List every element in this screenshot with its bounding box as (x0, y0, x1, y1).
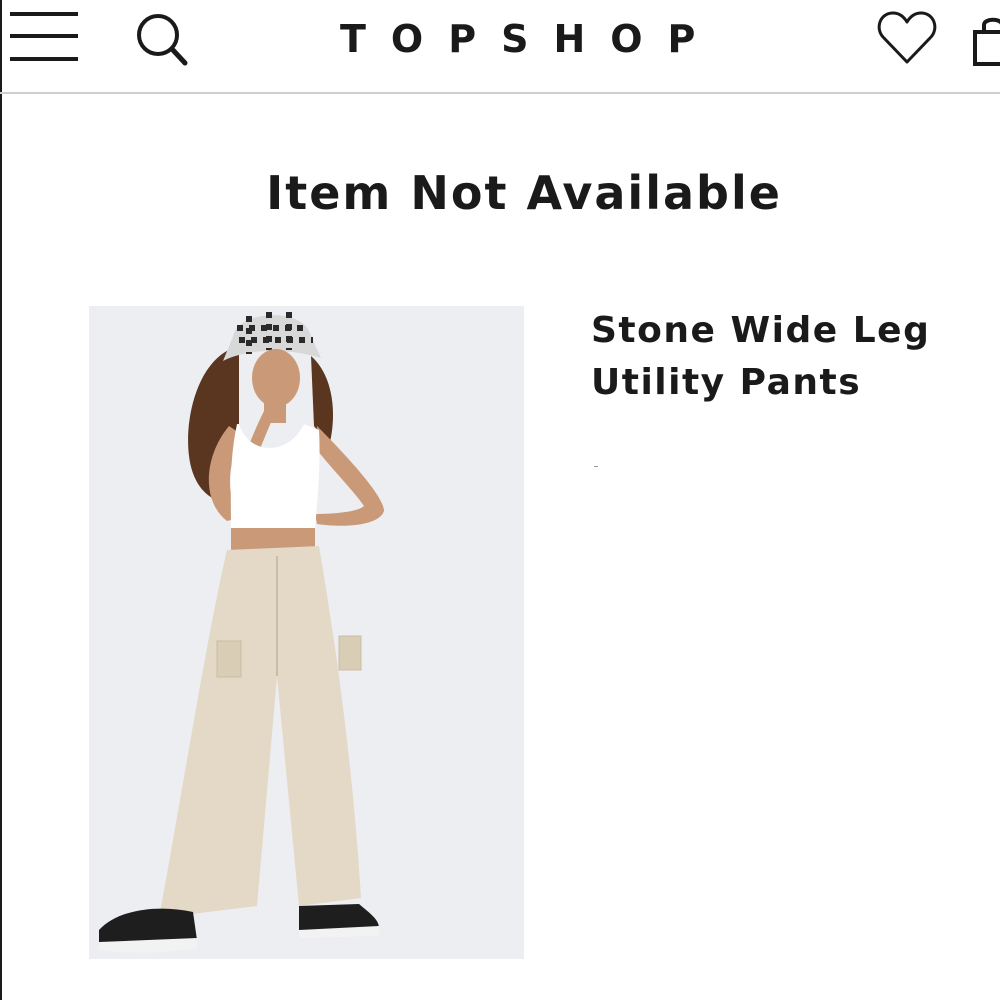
brand-logo[interactable]: TOPSHOP (340, 14, 760, 64)
heart-icon[interactable] (876, 8, 938, 66)
hamburger-menu-icon[interactable] (10, 10, 80, 64)
product-image[interactable] (89, 306, 524, 959)
shopping-bag-icon[interactable] (968, 14, 1000, 68)
product-name: Stone Wide Leg Utility Pants (591, 310, 931, 403)
bag-icon-graphic (973, 17, 1000, 66)
page-title: Item Not Available (266, 166, 782, 220)
heart-icon-graphic (877, 11, 937, 64)
menu-bar (10, 57, 78, 61)
page-left-border (0, 0, 2, 1000)
price-placeholder (594, 466, 598, 467)
site-header: TOPSHOP (0, 0, 1000, 94)
menu-bar (10, 34, 78, 38)
product-photo (89, 306, 524, 959)
menu-bar (10, 12, 78, 16)
search-icon-graphic (137, 14, 188, 66)
search-icon[interactable] (134, 10, 192, 68)
